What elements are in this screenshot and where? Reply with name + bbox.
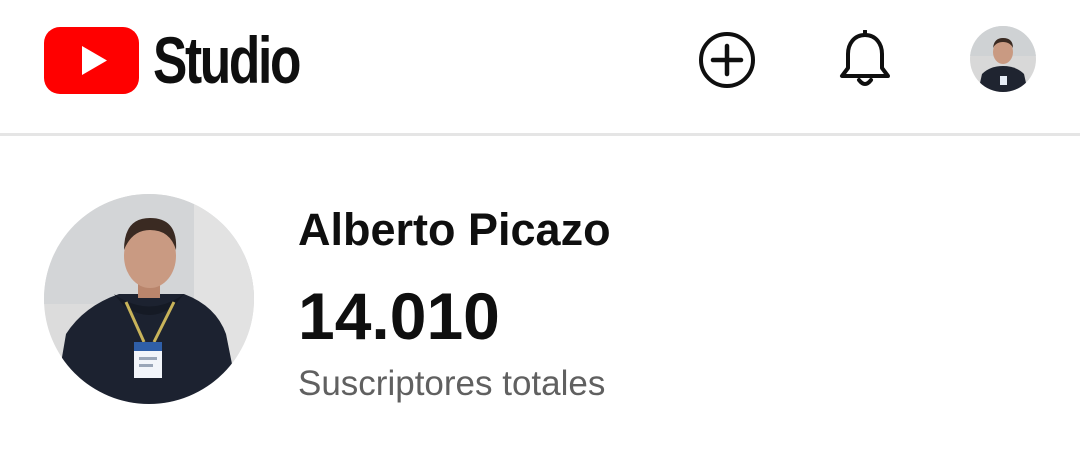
add-circle-icon bbox=[699, 32, 755, 88]
channel-name: Alberto Picazo bbox=[298, 204, 611, 255]
account-avatar[interactable] bbox=[970, 26, 1036, 92]
notifications-button[interactable] bbox=[833, 28, 897, 92]
youtube-play-logo-icon bbox=[44, 26, 139, 94]
create-button[interactable] bbox=[695, 28, 759, 92]
subscriber-label: Suscriptores totales bbox=[298, 364, 606, 403]
channel-photo bbox=[44, 194, 254, 404]
studio-wordmark: Studio bbox=[153, 23, 301, 97]
studio-app: Studio Alberto Picazo 14.010 Suscriptore… bbox=[0, 0, 1080, 476]
studio-logo[interactable]: Studio bbox=[44, 22, 340, 98]
bell-icon bbox=[840, 30, 890, 86]
channel-avatar[interactable] bbox=[44, 194, 254, 404]
top-app-bar: Studio bbox=[0, 0, 1080, 136]
subscriber-count: 14.010 bbox=[298, 279, 500, 353]
account-photo bbox=[970, 26, 1036, 92]
